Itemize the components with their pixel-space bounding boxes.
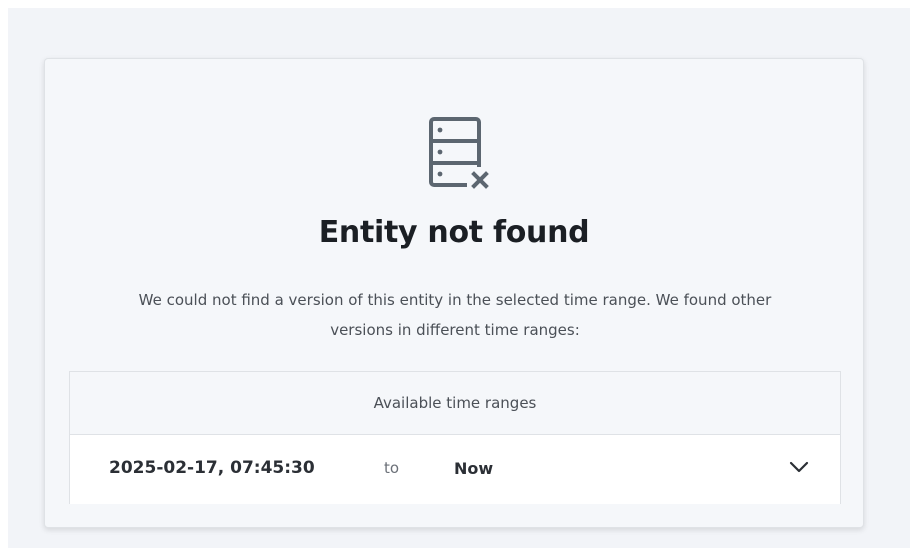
time-range-start: 2025-02-17, 07:45:30: [109, 458, 315, 478]
server-not-found-icon: [427, 115, 495, 199]
time-ranges-header: Available time ranges: [70, 372, 840, 435]
page-title: Entity not found: [318, 215, 590, 250]
time-range-end: Now: [454, 459, 494, 478]
chevron-down-icon[interactable]: [788, 459, 810, 475]
entity-not-found-card: Entity not found We could not find a ver…: [44, 58, 864, 528]
empty-state-description: We could not find a version of this enti…: [138, 291, 772, 339]
time-range-separator: to: [384, 459, 400, 477]
available-time-ranges-panel: Available time ranges 2025-02-17, 07:45:…: [69, 371, 841, 504]
time-range-row[interactable]: 2025-02-17, 07:45:30 to Now: [70, 435, 840, 504]
